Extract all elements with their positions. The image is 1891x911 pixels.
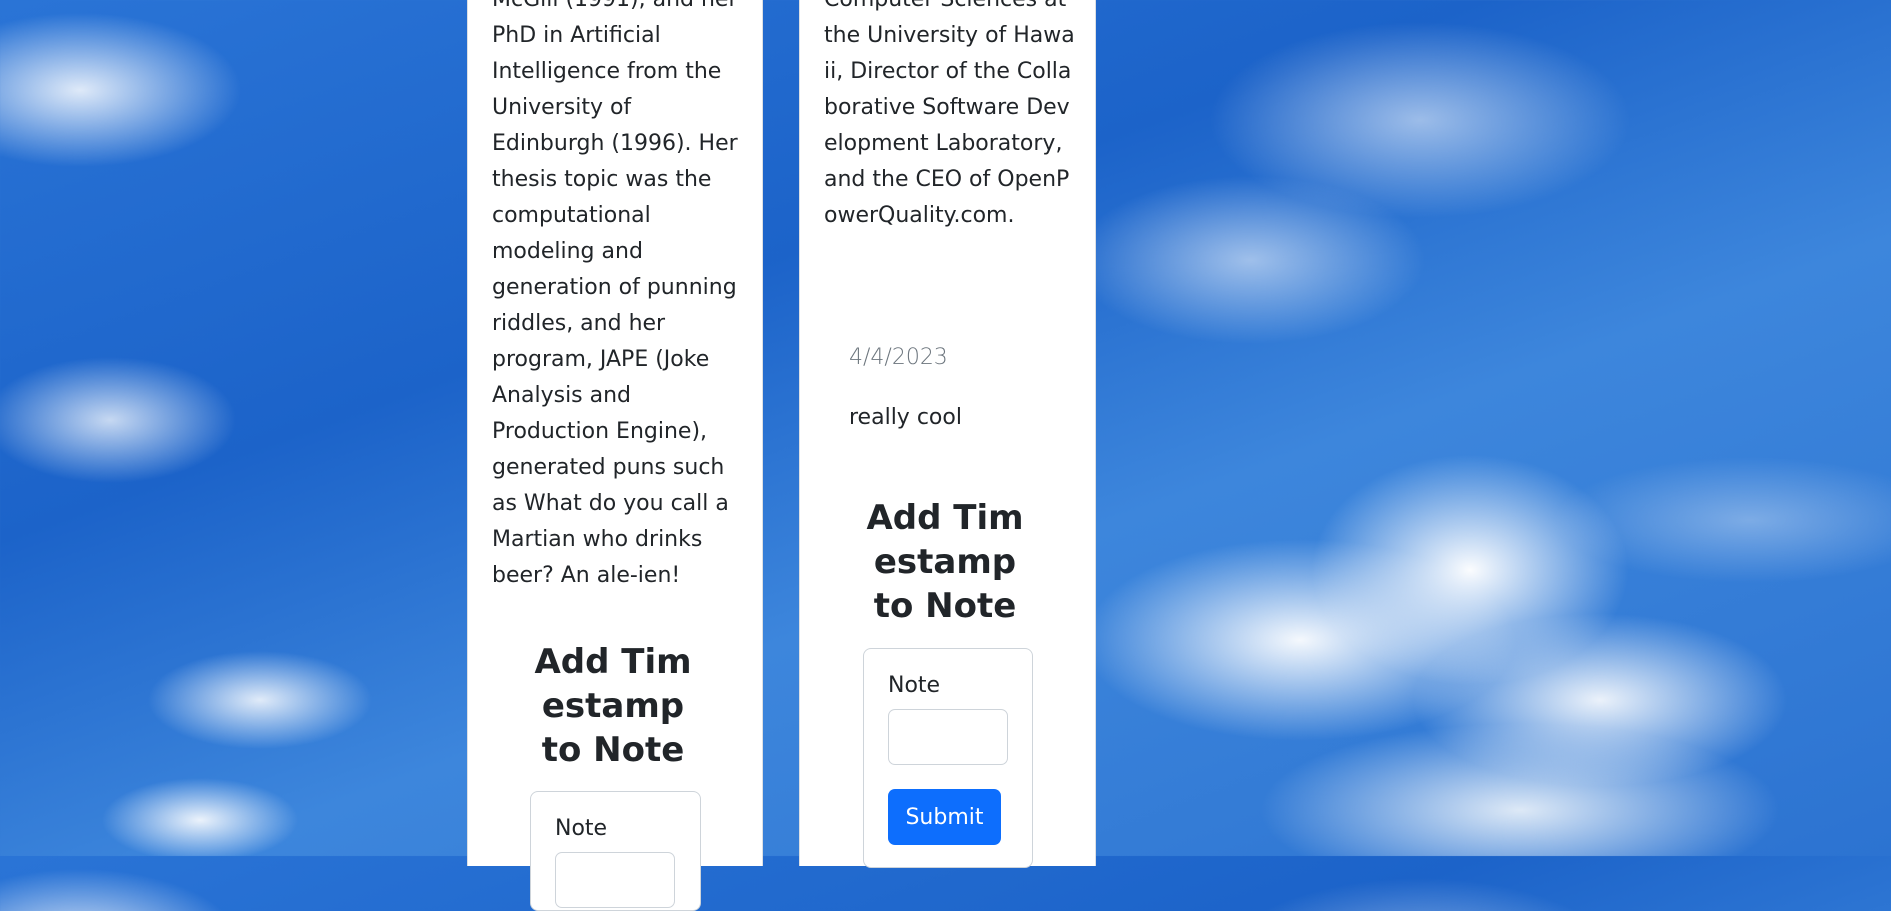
add-note-form: Note — [530, 791, 701, 911]
note-input[interactable] — [555, 852, 675, 908]
submit-button[interactable]: Submit — [888, 789, 1001, 845]
expert-description: McGill (1991), and her PhD in Artificial… — [492, 0, 738, 588]
note-label: Note — [888, 673, 941, 698]
add-timestamp-title: Add Timestamp to Note — [866, 498, 1024, 626]
note-label: Note — [555, 816, 608, 841]
expert-card-left: McGill (1991), and her PhD in Artificial… — [467, 0, 763, 911]
note-date: 4/4/2023 — [849, 345, 948, 370]
expert-description: Computer Sciences at the University of H… — [824, 0, 1075, 228]
note-input[interactable] — [888, 709, 1008, 765]
expert-card-right: Computer Sciences at the University of H… — [799, 0, 1096, 868]
add-note-form: Note Submit — [863, 648, 1033, 868]
note-text: really cool — [849, 405, 962, 430]
add-timestamp-title: Add Timestamp to Note — [534, 642, 692, 770]
